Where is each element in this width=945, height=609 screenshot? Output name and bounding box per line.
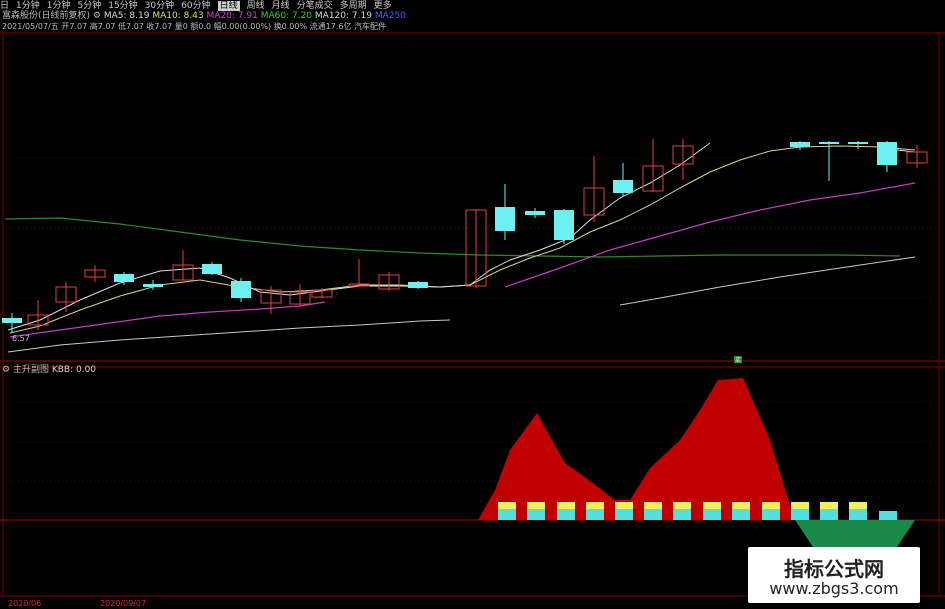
- signal-block-cyan: [527, 509, 545, 520]
- watermark-url: www.zbgs3.com: [769, 579, 899, 598]
- signal-block-cyan: [673, 509, 691, 520]
- green-signal: [795, 520, 915, 550]
- signal-block-cyan: [644, 509, 662, 520]
- ma120-line: [7, 319, 451, 353]
- watermark-title: 指标公式网: [784, 557, 884, 581]
- signal-block-cyan: [586, 509, 604, 520]
- axis-date-left: 2020/06: [8, 599, 42, 608]
- candle-down: [408, 282, 428, 288]
- indicator-legend: ⚙ 主升副图 KBB: 0.00: [2, 365, 96, 376]
- signal-block-yellow: [762, 502, 780, 509]
- candle-down: [114, 274, 134, 282]
- signal-block-yellow: [849, 502, 867, 509]
- ma5-line: [7, 142, 711, 331]
- candle-down: [231, 281, 251, 298]
- signal-block-cyan: [879, 511, 897, 520]
- candle-down: [202, 264, 222, 274]
- signal-block-yellow: [557, 502, 575, 509]
- site-watermark: 指标公式网 www.zbgs3.com: [748, 547, 920, 603]
- kline-chart[interactable]: 买: [0, 0, 945, 609]
- signal-block-cyan: [498, 509, 516, 520]
- signal-block-yellow: [732, 502, 750, 509]
- signal-block-cyan: [849, 509, 867, 520]
- signal-block-yellow: [820, 502, 838, 509]
- buy-marker-label: 买: [735, 356, 741, 364]
- signal-block-yellow: [527, 502, 545, 509]
- signal-block-yellow: [703, 502, 721, 509]
- low-price-label: 6.57: [12, 334, 30, 343]
- candle-down: [790, 142, 810, 147]
- ma10-line: [9, 145, 916, 334]
- signal-block-yellow: [615, 502, 633, 509]
- ma60-line: [4, 217, 901, 258]
- candle-down: [877, 142, 897, 165]
- axis-date: 2020/09/07: [100, 599, 147, 608]
- signal-block-cyan: [732, 509, 750, 520]
- signal-block-yellow: [644, 502, 662, 509]
- signal-block-cyan: [791, 509, 809, 520]
- signal-block-cyan: [557, 509, 575, 520]
- kbb-area: [478, 378, 800, 520]
- candle-down: [613, 180, 633, 193]
- signal-block-cyan: [762, 509, 780, 520]
- candle-down: [2, 318, 22, 323]
- candle-down: [143, 284, 163, 287]
- candle-down: [525, 211, 545, 215]
- signal-block-cyan: [820, 509, 838, 520]
- gear-icon[interactable]: ⚙: [2, 365, 10, 375]
- signal-block-yellow: [791, 502, 809, 509]
- signal-block-yellow: [586, 502, 604, 509]
- signal-block-cyan: [615, 509, 633, 520]
- indicator-value: KBB: 0.00: [51, 365, 97, 375]
- candle-down: [848, 142, 868, 144]
- candle-down: [819, 142, 839, 144]
- signal-block-yellow: [673, 502, 691, 509]
- indicator-name: 主升副图: [12, 365, 49, 375]
- candle-down: [554, 210, 574, 240]
- candle-down: [495, 207, 515, 231]
- signal-block-yellow: [498, 502, 516, 509]
- signal-block-cyan: [703, 509, 721, 520]
